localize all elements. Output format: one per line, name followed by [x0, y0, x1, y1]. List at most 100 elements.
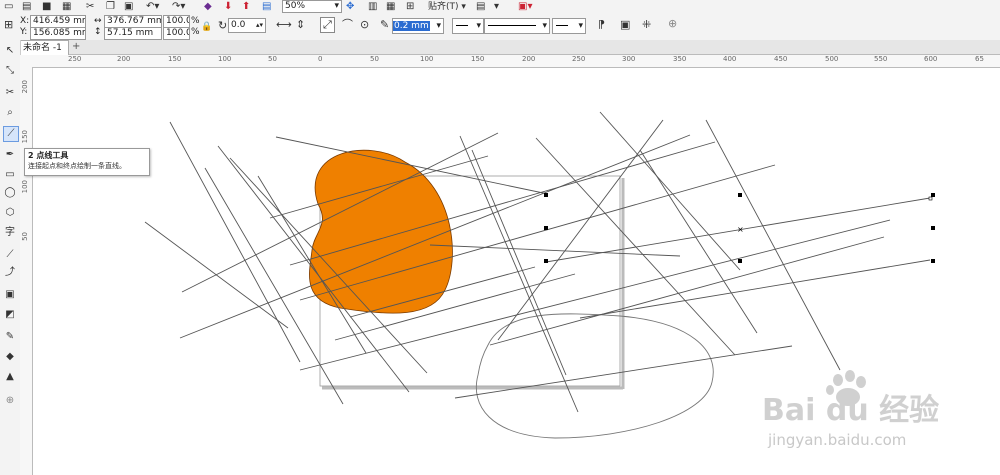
line[interactable]: [489, 236, 885, 346]
ruler-tick-label: 300: [622, 55, 636, 63]
add-tool-icon[interactable]: ⊕: [3, 394, 17, 408]
outline-width-select[interactable]: 0.2 mm ▾: [392, 18, 444, 34]
object-origin-icon[interactable]: ⊞: [4, 18, 13, 32]
launch-icon[interactable]: ▣▾: [518, 1, 532, 13]
grid-icon[interactable]: ▦: [386, 1, 395, 13]
smart-fill-tool-icon[interactable]: ▲: [3, 370, 17, 384]
y-label: Y:: [20, 27, 28, 37]
print-icon[interactable]: ▦: [62, 1, 71, 13]
cut-icon[interactable]: ✂: [86, 1, 94, 13]
zoom-tool-icon[interactable]: ⌕: [3, 106, 17, 120]
rotation-input[interactable]: 0.0 ▴▾: [228, 18, 266, 33]
export-icon[interactable]: ⬆: [242, 1, 250, 13]
horizontal-ruler: 250 200 150 100 50 0 50 100 150 200 250 300 350 400 45…: [20, 55, 1000, 68]
connector-tool-icon[interactable]: ⤴: [3, 266, 17, 280]
selection-handle[interactable]: [931, 259, 935, 263]
zoom-level-select[interactable]: 50% ▾: [282, 0, 342, 13]
rotation-icon: ↻: [218, 19, 228, 32]
wrap-text-icon[interactable]: ⁋: [598, 18, 605, 32]
line[interactable]: [599, 111, 741, 271]
new-document-icon[interactable]: ▭: [4, 1, 13, 13]
line[interactable]: [535, 137, 736, 356]
line[interactable]: [497, 119, 664, 341]
eyedropper-tool-icon[interactable]: ✎: [3, 330, 17, 344]
redo-icon[interactable]: ↷▾: [172, 1, 185, 13]
tangent-line-icon[interactable]: ⊙: [360, 18, 369, 32]
line-mode-icon[interactable]: ⤢: [320, 17, 335, 33]
freehand-curve[interactable]: [475, 313, 714, 439]
start-arrowhead-select[interactable]: ▾: [452, 18, 484, 34]
height-icon: ↕: [94, 27, 102, 37]
line[interactable]: [579, 259, 931, 319]
save-icon[interactable]: ■: [42, 1, 51, 13]
lock-ratio-icon[interactable]: 🔒: [201, 20, 212, 34]
scale-y-input[interactable]: 100.0: [163, 27, 190, 40]
end-arrowhead-select[interactable]: ▾: [552, 18, 586, 34]
tool-tooltip: 2 点线工具 连接起点和终点绘制一条直线。: [24, 148, 150, 176]
mirror-vertical-icon[interactable]: ⇕: [296, 18, 305, 32]
parallel-dimension-tool-icon[interactable]: ⟋: [3, 248, 17, 262]
selection-handle[interactable]: [931, 226, 935, 230]
line[interactable]: [179, 134, 691, 339]
publish-icon[interactable]: ▤: [262, 1, 271, 13]
selection-handle[interactable]: [544, 226, 548, 230]
options-icon[interactable]: ▤: [476, 1, 485, 13]
transparency-tool-icon[interactable]: ◩: [3, 308, 17, 322]
mirror-horizontal-icon[interactable]: ⟷: [276, 18, 292, 32]
pick-tool-icon[interactable]: ↖: [3, 44, 17, 58]
search-content-icon[interactable]: ◆: [204, 1, 212, 13]
shape-tool-icon[interactable]: ⤡: [3, 64, 17, 78]
selection-handle[interactable]: [738, 259, 742, 263]
quick-customize-icon[interactable]: ▾: [494, 1, 499, 13]
selection-handle[interactable]: [544, 259, 548, 263]
import-icon[interactable]: ⬇: [224, 1, 232, 13]
polygon-tool-icon[interactable]: ⬡: [3, 206, 17, 220]
y-position-input[interactable]: 156.085 mm: [30, 27, 86, 40]
ruler-tick-label: 100: [218, 55, 232, 63]
snap-to-menu[interactable]: 贴齐(T) ▾: [428, 1, 466, 13]
rectangle-tool-icon[interactable]: ▭: [3, 168, 17, 182]
line[interactable]: [471, 149, 567, 376]
paste-icon[interactable]: ▣: [124, 1, 133, 13]
baidu-watermark: Bai du 经验 jingyan.baidu.com: [760, 365, 990, 465]
tab-untitled-1[interactable]: 未命名 -1: [16, 40, 69, 55]
interactive-fill-tool-icon[interactable]: ◆: [3, 350, 17, 364]
add-tab-button[interactable]: +: [72, 40, 80, 54]
ruler-tick-label: 150: [168, 55, 182, 63]
convert-to-curves-icon[interactable]: ⁜: [642, 18, 651, 32]
rulers-icon[interactable]: ▥: [368, 1, 377, 13]
crop-tool-icon[interactable]: ✂: [3, 86, 17, 100]
tooltip-description: 连接起点和终点绘制一条直线。: [28, 162, 126, 170]
full-screen-icon[interactable]: ✥: [346, 1, 354, 13]
perpendicular-line-icon[interactable]: ⌒: [342, 18, 353, 32]
ruler-tick-label: 100: [21, 180, 29, 194]
two-point-line-tool-icon[interactable]: ⟋: [3, 126, 19, 142]
ellipse-tool-icon[interactable]: ◯: [3, 186, 17, 200]
add-icon[interactable]: ⊕: [668, 17, 677, 31]
selection-handle[interactable]: [738, 193, 742, 197]
text-tool-icon[interactable]: 字: [3, 226, 17, 240]
ruler-tick-label: 550: [874, 55, 888, 63]
ruler-tick-label: 600: [924, 55, 938, 63]
to-back-icon[interactable]: ▣: [620, 18, 630, 32]
selection-handle[interactable]: [931, 193, 935, 197]
ruler-tick-label: 200: [522, 55, 536, 63]
copy-icon[interactable]: ❐: [106, 1, 115, 13]
selection-center-mark: ×: [737, 225, 744, 234]
property-bar: ⊞ X: 416.459 mm Y: 156.085 mm ↔ 376.767 …: [0, 14, 1000, 41]
guidelines-icon[interactable]: ⊞: [406, 1, 414, 13]
height-input[interactable]: 57.15 mm: [104, 27, 162, 40]
undo-icon[interactable]: ↶▾: [146, 1, 159, 13]
orange-blob-shape[interactable]: [309, 149, 453, 314]
ruler-tick-label: 50: [21, 232, 29, 241]
line-end-node[interactable]: [928, 196, 933, 201]
drop-shadow-tool-icon[interactable]: ▣: [3, 288, 17, 302]
ruler-tick-label: 50: [370, 55, 379, 63]
open-icon[interactable]: ▤: [22, 1, 31, 13]
width-icon: ↔: [94, 16, 102, 26]
line[interactable]: [705, 119, 841, 371]
selection-handle[interactable]: [544, 193, 548, 197]
line[interactable]: [459, 135, 579, 413]
line-style-select[interactable]: ▾: [484, 18, 550, 34]
artistic-media-tool-icon[interactable]: ✒: [3, 148, 17, 162]
